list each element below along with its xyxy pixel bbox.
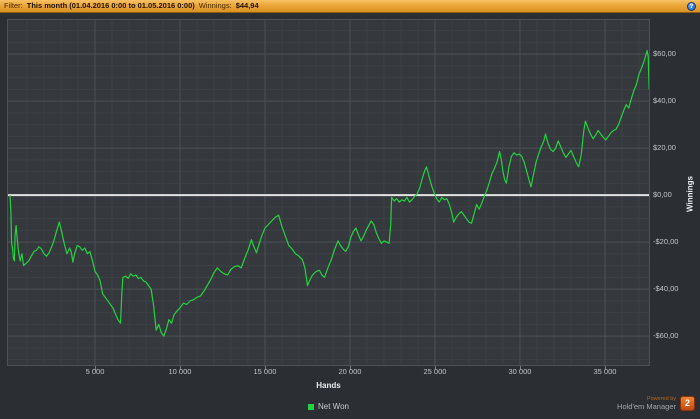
x-tick-label: 20 000 [338,367,362,376]
plot-area[interactable] [8,20,649,365]
powered-by-footer: Powered by Hold'em Manager 2 [617,396,695,411]
x-tick-label: 30 000 [508,367,532,376]
winnings-chart [8,20,649,365]
winnings-label: Winnings: [198,1,232,10]
x-tick-label: 15 000 [253,367,277,376]
y-tick-label: $0,00 [653,190,672,200]
x-tick-label: 5 000 [85,367,105,376]
x-axis-title: Hands [316,381,341,390]
net-won-line [9,50,649,337]
winnings-value: $44,94 [235,1,259,10]
legend: Net Won [8,402,649,411]
x-tick-label: 25 000 [423,367,447,376]
legend-swatch-net-won [308,403,314,410]
holdem-manager-graph-window: Filter: This month (01.04.2016 0:00 to 01… [0,0,700,419]
y-tick-label: -$20,00 [653,237,679,247]
brand-text: Hold'em Manager [617,402,676,411]
filter-value: This month (01.04.2016 0:00 to 01.05.201… [26,1,195,10]
filter-bar: Filter: This month (01.04.2016 0:00 to 01… [0,0,700,13]
y-tick-label: $60,00 [653,49,676,59]
y-tick-label: $20,00 [653,143,676,153]
x-tick-label: 10 000 [168,367,192,376]
y-tick-label: $40,00 [653,96,676,106]
help-icon[interactable]: ? [687,2,696,11]
y-tick-label: -$40,00 [653,284,679,294]
y-tick-label: -$60,00 [653,331,679,341]
x-tick-label: 35 000 [593,367,617,376]
filter-label: Filter: [4,1,23,10]
hm2-badge: 2 [680,396,695,411]
legend-label: Net Won [318,402,349,411]
y-axis-title: Winnings [685,176,695,212]
